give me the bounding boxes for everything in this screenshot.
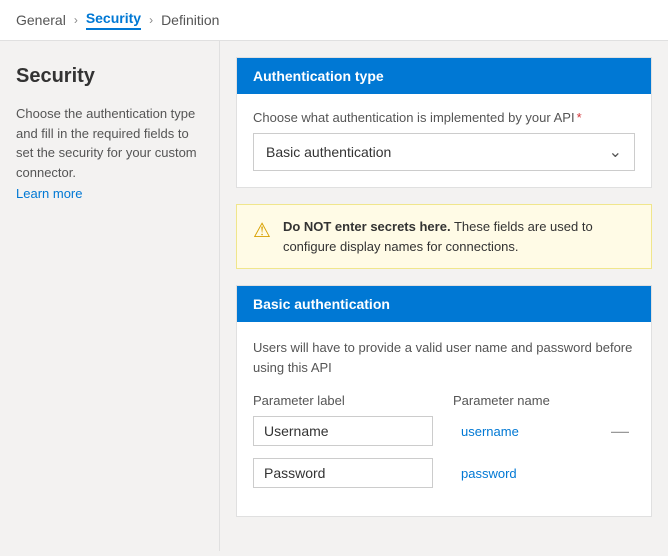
auth-type-card: Authentication type Choose what authenti…: [236, 57, 652, 188]
learn-more-link[interactable]: Learn more: [16, 184, 82, 204]
auth-type-label: Choose what authentication is implemente…: [253, 110, 635, 125]
breadcrumb-general[interactable]: General: [16, 12, 66, 28]
param-input-cell-password: [253, 458, 453, 488]
chevron-right-icon-1: ›: [74, 13, 78, 27]
auth-type-header: Authentication type: [237, 58, 651, 94]
password-label-input[interactable]: [253, 458, 433, 488]
content-area: Authentication type Choose what authenti…: [220, 41, 668, 551]
chevron-right-icon-2: ›: [149, 13, 153, 27]
username-label-input[interactable]: [253, 416, 433, 446]
breadcrumb: General › Security › Definition: [0, 0, 668, 41]
warning-box: ⚠ Do NOT enter secrets here. These field…: [236, 204, 652, 269]
breadcrumb-definition[interactable]: Definition: [161, 12, 219, 28]
param-action-cell-username: —: [611, 421, 635, 442]
param-row-username: username —: [253, 416, 635, 446]
param-col-label-header: Parameter label: [253, 393, 453, 408]
password-param-name: password: [461, 466, 517, 481]
chevron-down-icon: ⌄: [609, 142, 622, 162]
auth-type-selected-value: Basic authentication: [266, 144, 391, 160]
param-name-cell-username: username: [453, 424, 611, 439]
warning-icon: ⚠: [253, 218, 271, 243]
main-layout: Security Choose the authentication type …: [0, 41, 668, 551]
basic-auth-card: Basic authentication Users will have to …: [236, 285, 652, 517]
sidebar-title: Security: [16, 65, 203, 88]
username-param-name: username: [461, 424, 519, 439]
warning-text-strong: Do NOT enter secrets here.: [283, 219, 451, 234]
param-row-password: password: [253, 458, 635, 488]
sidebar: Security Choose the authentication type …: [0, 41, 220, 551]
warning-text: Do NOT enter secrets here. These fields …: [283, 217, 635, 256]
basic-auth-body: Users will have to provide a valid user …: [237, 322, 651, 516]
sidebar-description: Choose the authentication type and fill …: [16, 104, 203, 204]
param-name-cell-password: password: [453, 466, 611, 481]
breadcrumb-security[interactable]: Security: [86, 10, 141, 30]
basic-auth-header: Basic authentication: [237, 286, 651, 322]
param-table-header: Parameter label Parameter name: [253, 393, 635, 408]
basic-auth-description: Users will have to provide a valid user …: [253, 338, 635, 377]
remove-username-button[interactable]: —: [611, 421, 629, 441]
param-col-name-header: Parameter name: [453, 393, 611, 408]
auth-type-dropdown[interactable]: Basic authentication ⌄: [253, 133, 635, 171]
required-indicator: *: [577, 110, 582, 125]
param-table: Parameter label Parameter name username: [253, 393, 635, 488]
auth-type-body: Choose what authentication is implemente…: [237, 94, 651, 187]
sidebar-description-text: Choose the authentication type and fill …: [16, 106, 197, 180]
param-input-cell-username: [253, 416, 453, 446]
